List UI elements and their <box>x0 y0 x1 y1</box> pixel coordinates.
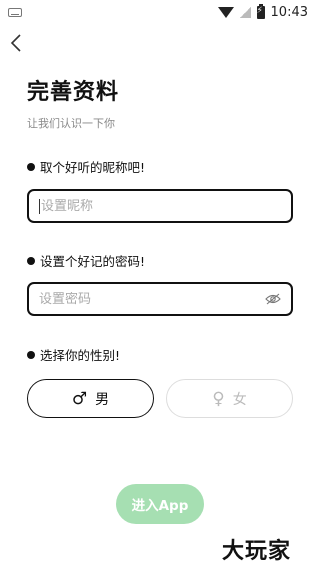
gender-label-row: 选择你的性别! <box>27 345 120 364</box>
page-subtitle: 让我们认识一下你 <box>27 117 115 130</box>
password-field[interactable] <box>27 282 293 316</box>
keyboard-icon <box>8 7 22 17</box>
bullet-dot <box>27 256 35 265</box>
status-time: 10:43 <box>270 4 308 20</box>
watermark-logo: 大玩家 <box>222 539 292 564</box>
battery-icon <box>256 3 265 19</box>
nickname-label: 取个好听的昵称吧! <box>40 160 146 175</box>
text-caret <box>39 198 40 214</box>
gender-male-label: 男 <box>95 391 110 408</box>
bullet-dot <box>27 162 35 171</box>
gender-label: 选择你的性别! <box>40 348 121 363</box>
eye-hidden-icon[interactable] <box>265 293 281 305</box>
chevron-left-icon <box>10 34 21 52</box>
password-input[interactable] <box>39 291 265 307</box>
page-title: 完善资料 <box>27 80 120 105</box>
screen: 10:43 完善资料 让我们认识一下你 取个好听的昵称吧! 设置个好记的密码! … <box>0 0 320 569</box>
gender-female-label: 女 <box>232 391 247 408</box>
status-bar: 10:43 <box>0 0 320 24</box>
password-label-row: 设置个好记的密码! <box>27 251 145 270</box>
wifi-icon <box>217 6 234 18</box>
signal-icon <box>239 6 251 18</box>
nickname-field[interactable] <box>27 189 293 223</box>
nickname-input[interactable] <box>40 198 281 214</box>
password-label: 设置个好记的密码! <box>40 254 146 269</box>
male-icon: ♂ <box>71 388 88 409</box>
gender-male-button[interactable]: ♂ 男 <box>27 379 154 418</box>
enter-app-button[interactable]: 进入App <box>116 484 204 524</box>
nickname-label-row: 取个好听的昵称吧! <box>27 157 145 176</box>
gender-female-button[interactable]: ♀ 女 <box>166 379 293 418</box>
back-button[interactable] <box>6 32 26 54</box>
bullet-dot <box>27 350 35 359</box>
female-icon: ♀ <box>212 388 225 409</box>
